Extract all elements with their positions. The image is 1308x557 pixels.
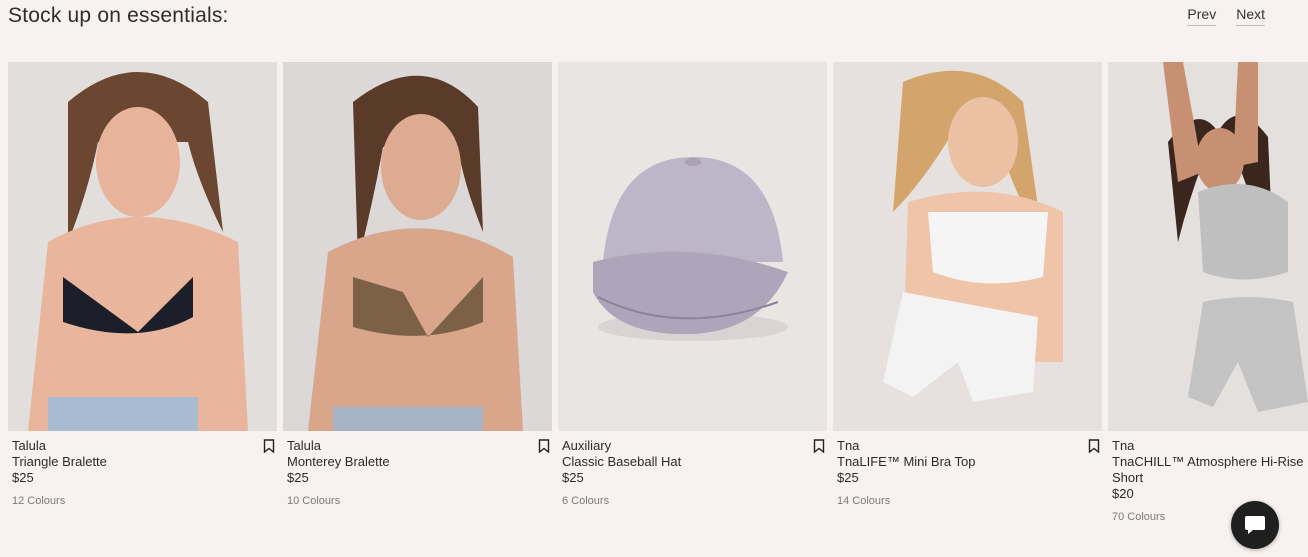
product-info: Tna TnaLIFE™ Mini Bra Top $25 14 Colours [833, 431, 1102, 509]
next-button[interactable]: Next [1236, 6, 1265, 26]
product-brand[interactable]: Talula [12, 438, 273, 454]
product-price: $20 [1112, 486, 1134, 501]
product-image[interactable] [283, 62, 552, 431]
carousel-pager: Prev Next [1187, 6, 1265, 26]
product-name[interactable]: Classic Baseball Hat [562, 454, 823, 470]
product-colours: 14 Colours [837, 495, 891, 507]
product-colours: 6 Colours [562, 495, 610, 507]
prev-button[interactable]: Prev [1187, 6, 1217, 26]
product-brand[interactable]: Auxiliary [562, 438, 823, 454]
product-colours: 10 Colours [287, 495, 341, 507]
bookmark-icon[interactable] [538, 439, 550, 454]
product-carousel[interactable]: Talula Triangle Bralette $25 12 Colours [8, 62, 1308, 542]
product-info: Talula Monterey Bralette $25 10 Colours [283, 431, 552, 509]
chat-button[interactable] [1231, 501, 1279, 549]
product-image[interactable] [1108, 62, 1308, 431]
product-info: Tna TnaCHILL™ Atmosphere Hi-Rise Short $… [1108, 431, 1308, 525]
product-name[interactable]: Monterey Bralette [287, 454, 548, 470]
product-image[interactable] [8, 62, 277, 431]
product-price: $25 [12, 470, 34, 485]
product-info: Auxiliary Classic Baseball Hat $25 6 Col… [558, 431, 827, 509]
product-price: $25 [562, 470, 584, 485]
product-brand[interactable]: Talula [287, 438, 548, 454]
product-name[interactable]: Triangle Bralette [12, 454, 273, 470]
bookmark-icon[interactable] [813, 439, 825, 454]
product-brand[interactable]: Tna [1112, 438, 1308, 454]
product-price: $25 [287, 470, 309, 485]
product-brand[interactable]: Tna [837, 438, 1098, 454]
product-card[interactable]: Auxiliary Classic Baseball Hat $25 6 Col… [558, 62, 827, 525]
product-image[interactable] [558, 62, 827, 431]
product-card[interactable]: Talula Triangle Bralette $25 12 Colours [8, 62, 277, 525]
bookmark-icon[interactable] [1088, 439, 1100, 454]
product-info: Talula Triangle Bralette $25 12 Colours [8, 431, 277, 509]
product-card[interactable]: Tna TnaLIFE™ Mini Bra Top $25 14 Colours [833, 62, 1102, 525]
product-card[interactable]: Talula Monterey Bralette $25 10 Colours [283, 62, 552, 525]
bookmark-icon[interactable] [263, 439, 275, 454]
product-name[interactable]: TnaCHILL™ Atmosphere Hi-Rise Short [1112, 454, 1308, 486]
product-image[interactable] [833, 62, 1102, 431]
product-name[interactable]: TnaLIFE™ Mini Bra Top [837, 454, 1098, 470]
product-track: Talula Triangle Bralette $25 12 Colours [8, 62, 1308, 525]
chat-icon [1245, 516, 1265, 534]
product-card[interactable]: Tna TnaCHILL™ Atmosphere Hi-Rise Short $… [1108, 62, 1308, 525]
section-title: Stock up on essentials: [8, 4, 229, 27]
product-colours: 12 Colours [12, 495, 66, 507]
product-price: $25 [837, 470, 859, 485]
